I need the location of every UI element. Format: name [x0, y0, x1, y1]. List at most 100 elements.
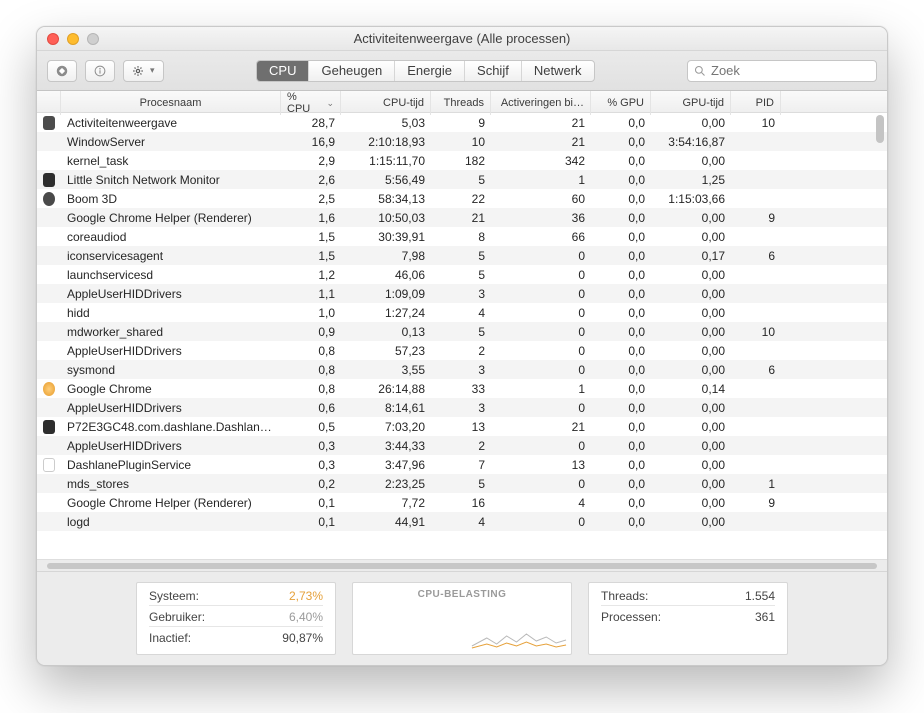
cputime-value: 3:44,33 — [341, 439, 431, 453]
table-row[interactable]: AppleUserHIDDrivers0,68:14,61300,00,00 — [37, 398, 887, 417]
tab-network[interactable]: Netwerk — [522, 61, 594, 81]
col-gputime[interactable]: GPU-tijd — [651, 91, 731, 115]
search-input[interactable] — [711, 63, 887, 78]
wakeups-value: 21 — [491, 420, 591, 434]
process-name: iconservicesagent — [61, 249, 281, 263]
gpu-value: 0,0 — [591, 515, 651, 529]
horizontal-scrollbar[interactable] — [37, 559, 887, 571]
gputime-value: 0,00 — [651, 458, 731, 472]
cpu-value: 2,5 — [281, 192, 341, 206]
pid-value: 10 — [731, 116, 781, 130]
process-name: AppleUserHIDDrivers — [61, 287, 281, 301]
process-name: AppleUserHIDDrivers — [61, 439, 281, 453]
footer: Systeem: 2,73% Gebruiker: 6,40% Inactief… — [37, 571, 887, 665]
search-icon — [694, 65, 706, 77]
process-icon — [43, 382, 55, 396]
table-row[interactable]: WindowServer16,92:10:18,9310210,03:54:16… — [37, 132, 887, 151]
wakeups-value: 0 — [491, 515, 591, 529]
info-button[interactable] — [85, 60, 115, 82]
table-row[interactable]: kernel_task2,91:15:11,701823420,00,00 — [37, 151, 887, 170]
table-row[interactable]: DashlanePluginService0,33:47,967130,00,0… — [37, 455, 887, 474]
tab-segment: CPU Geheugen Energie Schijf Netwerk — [256, 60, 594, 82]
gputime-value: 0,00 — [651, 325, 731, 339]
cpu-value: 0,1 — [281, 515, 341, 529]
cpu-value: 2,9 — [281, 154, 341, 168]
cputime-value: 3:47,96 — [341, 458, 431, 472]
wakeups-value: 0 — [491, 439, 591, 453]
cpu-value: 1,2 — [281, 268, 341, 282]
tab-memory[interactable]: Geheugen — [309, 61, 395, 81]
process-icon — [43, 192, 55, 206]
table-row[interactable]: mdworker_shared0,90,13500,00,0010 — [37, 322, 887, 341]
gputime-value: 1:15:03,66 — [651, 192, 731, 206]
table-row[interactable]: AppleUserHIDDrivers0,857,23200,00,00 — [37, 341, 887, 360]
col-cputime[interactable]: CPU-tijd — [341, 91, 431, 115]
table-row[interactable]: hidd1,01:27,24400,00,00 — [37, 303, 887, 322]
gputime-value: 0,00 — [651, 496, 731, 510]
vertical-scrollbar[interactable] — [876, 115, 884, 557]
col-name[interactable]: Procesnaam — [61, 91, 281, 115]
table-row[interactable]: logd0,144,91400,00,00 — [37, 512, 887, 531]
gpu-value: 0,0 — [591, 477, 651, 491]
pid-value: 1 — [731, 477, 781, 491]
cpu-summary-panel: Systeem: 2,73% Gebruiker: 6,40% Inactief… — [136, 582, 336, 655]
table-row[interactable]: coreaudiod1,530:39,918660,00,00 — [37, 227, 887, 246]
table-row[interactable]: Google Chrome Helper (Renderer)1,610:50,… — [37, 208, 887, 227]
col-gpu[interactable]: % GPU — [591, 91, 651, 115]
col-threads[interactable]: Threads — [431, 91, 491, 115]
wakeups-value: 1 — [491, 173, 591, 187]
options-menu-button[interactable]: ▾ — [123, 60, 164, 82]
gputime-value: 0,00 — [651, 230, 731, 244]
table-row[interactable]: Google Chrome0,826:14,883310,00,14 — [37, 379, 887, 398]
tab-energy[interactable]: Energie — [395, 61, 465, 81]
idle-label: Inactief: — [149, 631, 191, 645]
table-row[interactable]: P72E3GC48.com.dashlane.DashlaneA…0,57:03… — [37, 417, 887, 436]
process-name: DashlanePluginService — [61, 458, 281, 472]
gpu-value: 0,0 — [591, 420, 651, 434]
col-wakeups[interactable]: Activeringen bi… — [491, 91, 591, 115]
threads-value: 4 — [431, 515, 491, 529]
process-name: Boom 3D — [61, 192, 281, 206]
threads-value: 5 — [431, 325, 491, 339]
gpu-value: 0,0 — [591, 344, 651, 358]
cputime-value: 3,55 — [341, 363, 431, 377]
tab-cpu[interactable]: CPU — [257, 61, 309, 81]
stop-process-button[interactable] — [47, 60, 77, 82]
cpu-value: 1,1 — [281, 287, 341, 301]
cpu-value: 1,0 — [281, 306, 341, 320]
system-value: 2,73% — [289, 589, 323, 603]
wakeups-value: 0 — [491, 477, 591, 491]
table-row[interactable]: Little Snitch Network Monitor2,65:56,495… — [37, 170, 887, 189]
cputime-value: 1:27,24 — [341, 306, 431, 320]
threads-value: 16 — [431, 496, 491, 510]
table-row[interactable]: iconservicesagent1,57,98500,00,176 — [37, 246, 887, 265]
process-name: hidd — [61, 306, 281, 320]
threads-value: 22 — [431, 192, 491, 206]
system-label: Systeem: — [149, 589, 199, 603]
process-icon — [43, 116, 55, 130]
table-row[interactable]: Google Chrome Helper (Renderer)0,17,7216… — [37, 493, 887, 512]
wakeups-value: 0 — [491, 287, 591, 301]
threads-value: 2 — [431, 439, 491, 453]
tab-disk[interactable]: Schijf — [465, 61, 522, 81]
table-row[interactable]: AppleUserHIDDrivers1,11:09,09300,00,00 — [37, 284, 887, 303]
gputime-value: 0,00 — [651, 515, 731, 529]
gpu-value: 0,0 — [591, 306, 651, 320]
cputime-value: 7,98 — [341, 249, 431, 263]
process-icon — [43, 420, 55, 434]
col-cpu[interactable]: % CPU⌄ — [281, 91, 341, 115]
search-field[interactable] — [687, 60, 877, 82]
cpu-value: 2,6 — [281, 173, 341, 187]
gpu-value: 0,0 — [591, 135, 651, 149]
table-row[interactable]: sysmond0,83,55300,00,006 — [37, 360, 887, 379]
table-row[interactable]: AppleUserHIDDrivers0,33:44,33200,00,00 — [37, 436, 887, 455]
gputime-value: 0,14 — [651, 382, 731, 396]
table-row[interactable]: Boom 3D2,558:34,1322600,01:15:03,66 — [37, 189, 887, 208]
gpu-value: 0,0 — [591, 116, 651, 130]
gputime-value: 0,00 — [651, 116, 731, 130]
col-pid[interactable]: PID — [731, 91, 781, 115]
table-row[interactable]: launchservicesd1,246,06500,00,00 — [37, 265, 887, 284]
wakeups-value: 0 — [491, 363, 591, 377]
table-row[interactable]: Activiteitenweergave28,75,039210,00,0010 — [37, 113, 887, 132]
table-row[interactable]: mds_stores0,22:23,25500,00,001 — [37, 474, 887, 493]
